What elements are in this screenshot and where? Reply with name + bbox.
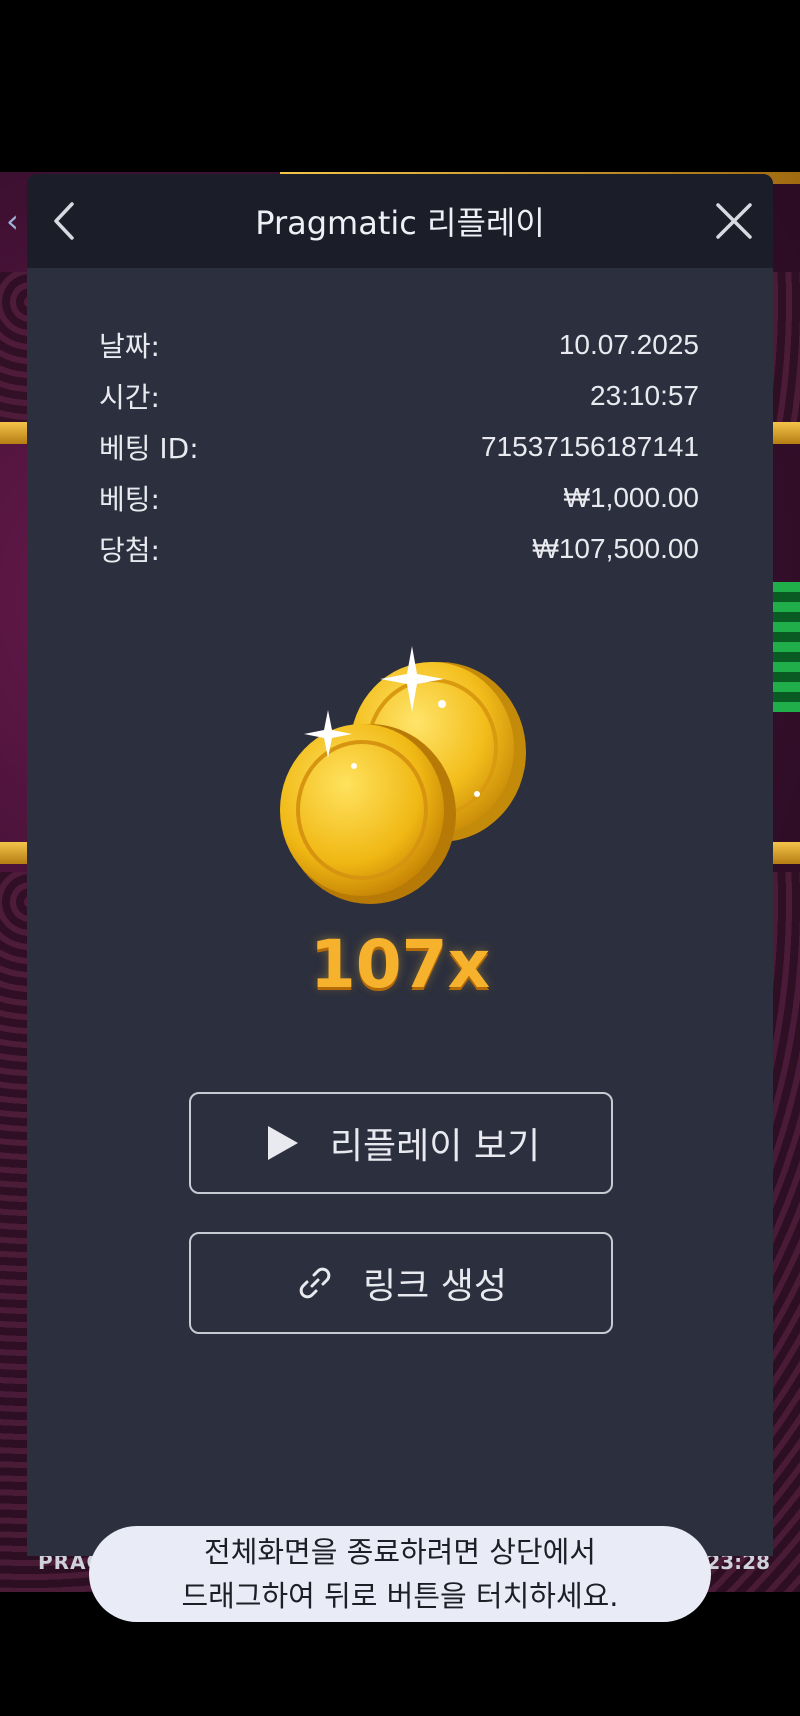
green-decoration <box>772 582 800 712</box>
chevron-left-icon <box>54 202 74 240</box>
view-replay-label: 리플레이 보기 <box>329 1126 541 1167</box>
info-row-date: 날짜: 10.07.2025 <box>99 319 699 370</box>
create-link-button[interactable]: 링크 생성 <box>189 1232 613 1334</box>
toast-line-2: 드래그하여 뒤로 버튼을 터치하세요. <box>181 1579 619 1613</box>
info-label: 베팅 ID: <box>99 431 199 465</box>
play-icon <box>267 1126 298 1160</box>
fullscreen-toast: 전체화면을 종료하려면 상단에서 드래그하여 뒤로 버튼을 터치하세요. <box>89 1526 711 1622</box>
info-value: ₩1,000.00 <box>563 481 699 513</box>
back-button[interactable] <box>41 196 91 246</box>
toast-line-1: 전체화면을 종료하려면 상단에서 <box>204 1535 596 1569</box>
info-label: 당첨: <box>99 533 160 567</box>
win-multiplier: 107x <box>309 926 491 1003</box>
create-link-label: 링크 생성 <box>363 1266 507 1307</box>
info-label: 날짜: <box>99 329 160 363</box>
info-row-win: 당첨: ₩107,500.00 <box>99 523 699 574</box>
close-icon <box>716 203 752 239</box>
bg-chevron-left-icon: ‹ <box>6 202 19 240</box>
bet-info-table: 날짜: 10.07.2025 시간: 23:10:57 베팅 ID: 71537… <box>99 319 699 574</box>
info-value: 23:10:57 <box>590 379 699 411</box>
info-value: ₩107,500.00 <box>532 532 699 564</box>
replay-modal: Pragmatic 리플레이 날짜: 10.07.2025 시간: 23:10:… <box>27 174 773 1556</box>
close-button[interactable] <box>709 196 759 246</box>
link-icon <box>299 1267 331 1299</box>
info-label: 시간: <box>99 380 160 414</box>
info-label: 베팅: <box>99 482 160 516</box>
info-value: 10.07.2025 <box>558 328 699 360</box>
modal-header: Pragmatic 리플레이 <box>27 174 773 268</box>
modal-title: Pragmatic 리플레이 <box>255 204 545 242</box>
info-row-bet: 베팅: ₩1,000.00 <box>99 472 699 523</box>
info-row-time: 시간: 23:10:57 <box>99 370 699 421</box>
view-replay-button[interactable]: 리플레이 보기 <box>189 1092 613 1194</box>
info-value: 71537156187141 <box>480 430 699 462</box>
info-row-bet-id: 베팅 ID: 71537156187141 <box>99 421 699 472</box>
gold-coins-icon <box>280 646 526 904</box>
